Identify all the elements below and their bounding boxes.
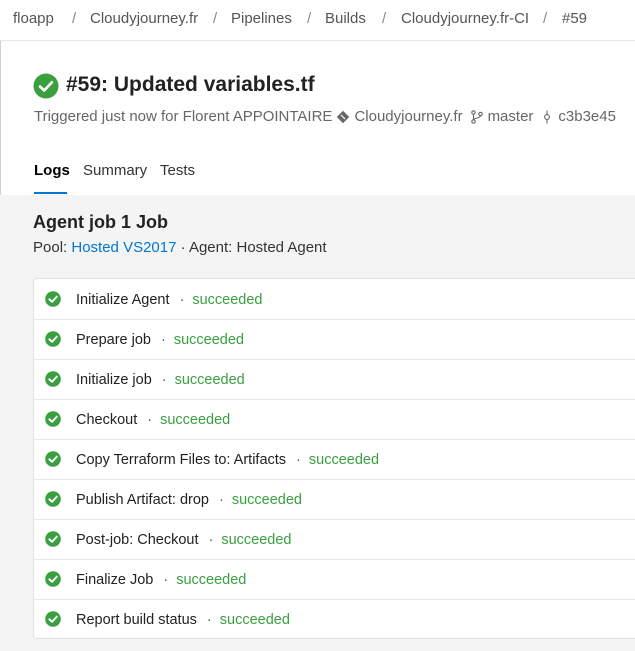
breadcrumb-separator: / [307, 10, 312, 27]
success-check-icon [45, 491, 61, 507]
trigger-info: Triggered just now for Florent APPOINTAI… [34, 108, 616, 125]
step-label: Initialize job · succeeded [76, 372, 245, 388]
step-name: Finalize Job [76, 572, 154, 588]
pool-link[interactable]: Hosted VS2017 [71, 239, 176, 256]
step-status: succeeded [221, 532, 292, 548]
step-row[interactable]: Publish Artifact: drop · succeeded [34, 479, 635, 520]
step-label: Report build status · succeeded [76, 612, 290, 628]
step-row[interactable]: Report build status · succeeded [34, 599, 635, 639]
breadcrumb-separator: / [72, 10, 77, 27]
breadcrumb-item-builds[interactable]: Builds [325, 10, 366, 27]
success-check-icon [45, 611, 61, 627]
step-name: Prepare job [76, 332, 151, 348]
success-check-icon [33, 73, 59, 99]
pool-label: Pool: [33, 239, 68, 256]
step-status: succeeded [173, 332, 244, 348]
step-row[interactable]: Finalize Job · succeeded [34, 559, 635, 600]
success-check-icon [45, 371, 61, 387]
breadcrumb-item-pipeline[interactable]: Cloudyjourney.fr-CI [401, 10, 529, 27]
breadcrumb-item-pipelines[interactable]: Pipelines [231, 10, 292, 27]
step-label: Initialize Agent · succeeded [76, 292, 263, 308]
tab-tests[interactable]: Tests [160, 162, 195, 179]
breadcrumb-separator: / [382, 10, 387, 27]
branch-icon [470, 109, 483, 124]
build-number: #59: [66, 73, 109, 96]
breadcrumb-item-repo[interactable]: Cloudyjourney.fr [90, 10, 198, 27]
success-check-icon [45, 571, 61, 587]
step-row[interactable]: Post-job: Checkout · succeeded [34, 519, 635, 560]
step-label: Publish Artifact: drop · succeeded [76, 492, 302, 508]
branch-name[interactable]: master [488, 108, 534, 125]
step-name: Report build status [76, 612, 197, 628]
commit-id[interactable]: c3b3e45 [558, 108, 616, 125]
step-name: Copy Terraform Files to: Artifacts [76, 452, 287, 468]
step-row[interactable]: Copy Terraform Files to: Artifacts · succe… [34, 439, 635, 480]
step-status: succeeded [160, 412, 231, 428]
active-tab-indicator [34, 192, 67, 194]
step-status: succeeded [192, 292, 263, 308]
agent-info: · Agent: Hosted Agent [180, 239, 327, 256]
success-check-icon [45, 331, 61, 347]
breadcrumb-separator: / [213, 10, 218, 27]
step-status: succeeded [219, 612, 290, 628]
step-name: Initialize Agent [76, 292, 170, 308]
steps-list: Initialize Agent · succeeded Prepare job · s… [33, 278, 635, 639]
breadcrumb-separator: / [543, 10, 548, 27]
success-check-icon [45, 451, 61, 467]
step-row[interactable]: Prepare job · succeeded [34, 319, 635, 360]
breadcrumb-item-build[interactable]: #59 [562, 10, 587, 27]
build-title: Updated variables.tf [113, 73, 315, 96]
step-name: Checkout [76, 412, 138, 428]
success-check-icon [45, 531, 61, 547]
success-check-icon [45, 291, 61, 307]
step-status: succeeded [308, 452, 380, 468]
trigger-text: Triggered just now for Florent APPOINTAI… [34, 108, 333, 125]
tab-logs[interactable]: Logs [34, 162, 70, 179]
repo-icon [337, 110, 350, 123]
commit-icon [544, 110, 551, 123]
success-check-icon [45, 411, 61, 427]
step-row[interactable]: Initialize job · succeeded [34, 359, 635, 400]
breadcrumb-item-project[interactable]: floapp [13, 10, 54, 27]
step-status: succeeded [176, 572, 247, 588]
job-title: Agent job 1 Job [33, 212, 168, 232]
step-status: succeeded [174, 372, 245, 388]
step-label: Copy Terraform Files to: Artifacts · succe… [76, 452, 380, 468]
tab-summary[interactable]: Summary [83, 162, 147, 179]
step-label: Finalize Job · succeeded [76, 572, 247, 588]
page-title: #59: Updated variables.tf [66, 73, 315, 97]
step-name: Initialize job [76, 372, 152, 388]
step-label: Prepare job · succeeded [76, 332, 244, 348]
step-status: succeeded [231, 492, 302, 508]
repo-name[interactable]: Cloudyjourney.fr [354, 108, 462, 125]
step-name: Publish Artifact: drop [76, 492, 209, 508]
step-label: Post-job: Checkout · succeeded [76, 532, 292, 548]
step-row[interactable]: Initialize Agent · succeeded [34, 279, 635, 320]
step-label: Checkout · succeeded [76, 412, 231, 428]
breadcrumb: floapp / Cloudyjourney.fr / Pipelines / … [0, 0, 635, 41]
job-pool-info: Pool: Hosted VS2017 · Agent: Hosted Agen… [33, 239, 327, 256]
step-name: Post-job: Checkout [76, 532, 199, 548]
step-row[interactable]: Checkout · succeeded [34, 399, 635, 440]
